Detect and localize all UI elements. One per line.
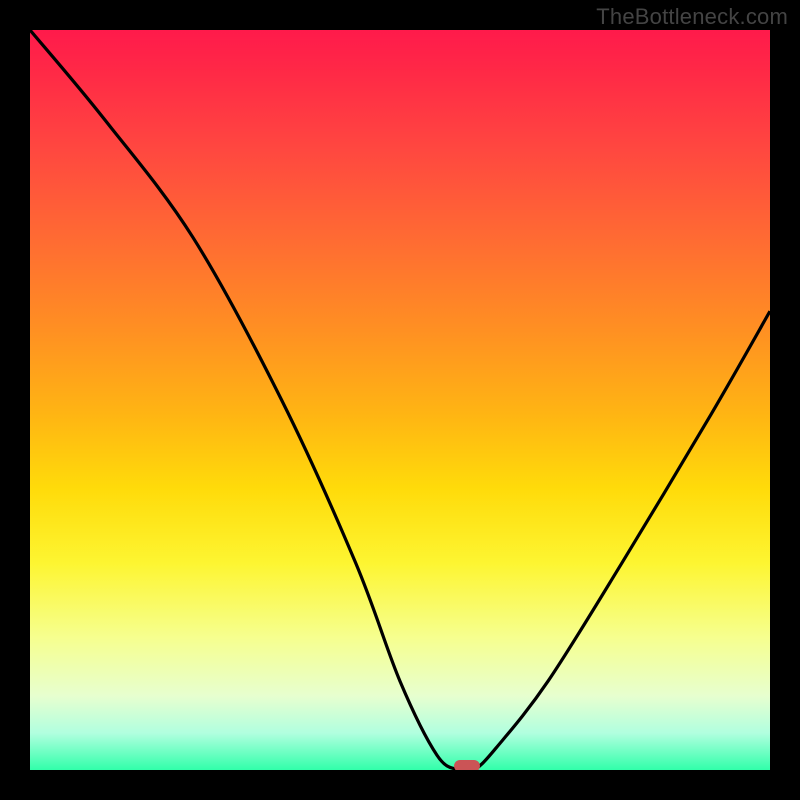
bottleneck-curve <box>30 30 770 770</box>
watermark-text: TheBottleneck.com <box>596 4 788 30</box>
chart-frame: TheBottleneck.com <box>0 0 800 800</box>
optimal-point-marker <box>454 760 480 770</box>
plot-area <box>30 30 770 770</box>
